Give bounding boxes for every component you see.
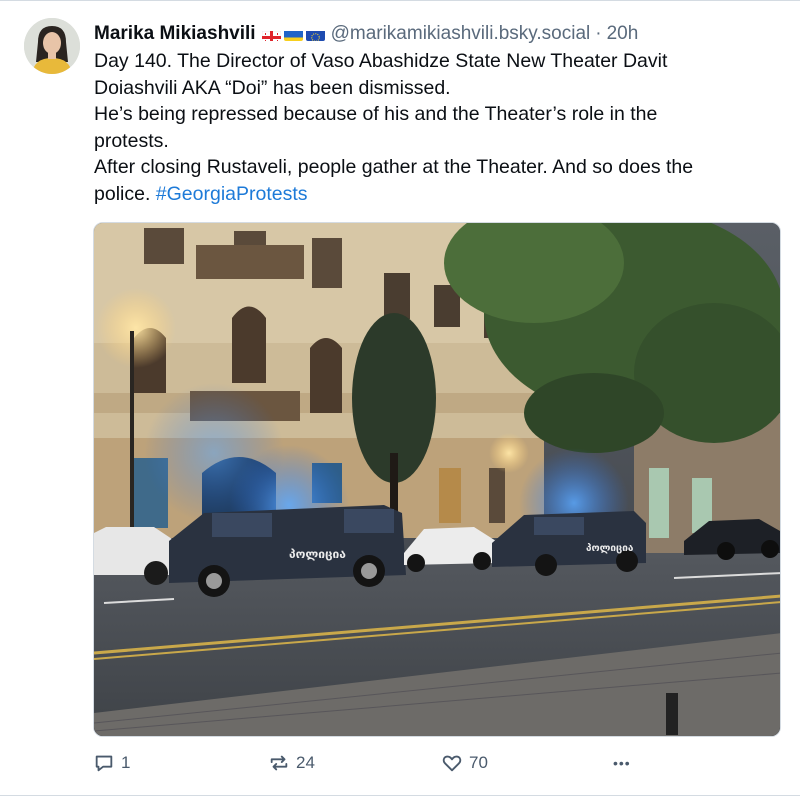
georgia-flag-icon bbox=[261, 28, 281, 41]
heart-icon bbox=[442, 755, 462, 772]
post-header: Marika Mikiashvili @marikamikiashvili.bs… bbox=[94, 21, 638, 47]
reply-icon bbox=[95, 755, 113, 772]
post-text-line: protests. bbox=[94, 129, 169, 152]
more-options-button[interactable]: ••• bbox=[613, 749, 631, 777]
author-flags bbox=[261, 28, 325, 41]
repost-count: 24 bbox=[296, 753, 315, 772]
reply-count: 1 bbox=[121, 753, 131, 772]
post-text-line: Doiashvili AKA “Doi” has been dismissed. bbox=[94, 76, 451, 99]
post-text-line: He’s being repressed because of his and … bbox=[94, 103, 658, 126]
post-actions: 1 24 70 ••• bbox=[93, 749, 781, 777]
post-text-line: Day 140. The Director of Vaso Abashidze … bbox=[94, 50, 668, 72]
post-image[interactable]: პოლიცია პოლიცია bbox=[93, 222, 781, 737]
van-label: პოლიცია bbox=[586, 542, 634, 554]
repost-icon bbox=[270, 755, 288, 771]
author-avatar[interactable] bbox=[24, 18, 80, 74]
post-timestamp[interactable]: 20h bbox=[607, 23, 639, 45]
hashtag-link[interactable]: #GeorgiaProtests bbox=[156, 183, 308, 205]
author-handle[interactable]: @marikamikiashvili.bsky.social bbox=[331, 23, 591, 45]
post-card[interactable]: Marika Mikiashvili @marikamikiashvili.bs… bbox=[0, 0, 800, 796]
post-text: Day 140. The Director of Vaso Abashidze … bbox=[94, 48, 774, 208]
van-label: პოლიცია bbox=[289, 547, 346, 561]
ukraine-flag-icon bbox=[283, 28, 303, 41]
eu-flag-icon bbox=[305, 28, 325, 41]
post-text-line: After closing Rustaveli, people gather a… bbox=[94, 156, 694, 179]
repost-button[interactable]: 24 bbox=[268, 749, 315, 777]
reply-button[interactable]: 1 bbox=[93, 749, 130, 777]
night-street-photo: პოლიცია პოლიცია bbox=[94, 223, 780, 736]
like-count: 70 bbox=[469, 753, 488, 772]
avatar-image bbox=[24, 18, 80, 74]
meta-separator: · bbox=[595, 23, 602, 44]
post-text-last-line: police. #GeorgiaProtests bbox=[94, 181, 774, 208]
more-options-icon: ••• bbox=[613, 755, 631, 771]
author-name[interactable]: Marika Mikiashvili bbox=[94, 23, 256, 45]
like-button[interactable]: 70 bbox=[441, 749, 488, 777]
post-text-line: police. bbox=[94, 182, 151, 205]
